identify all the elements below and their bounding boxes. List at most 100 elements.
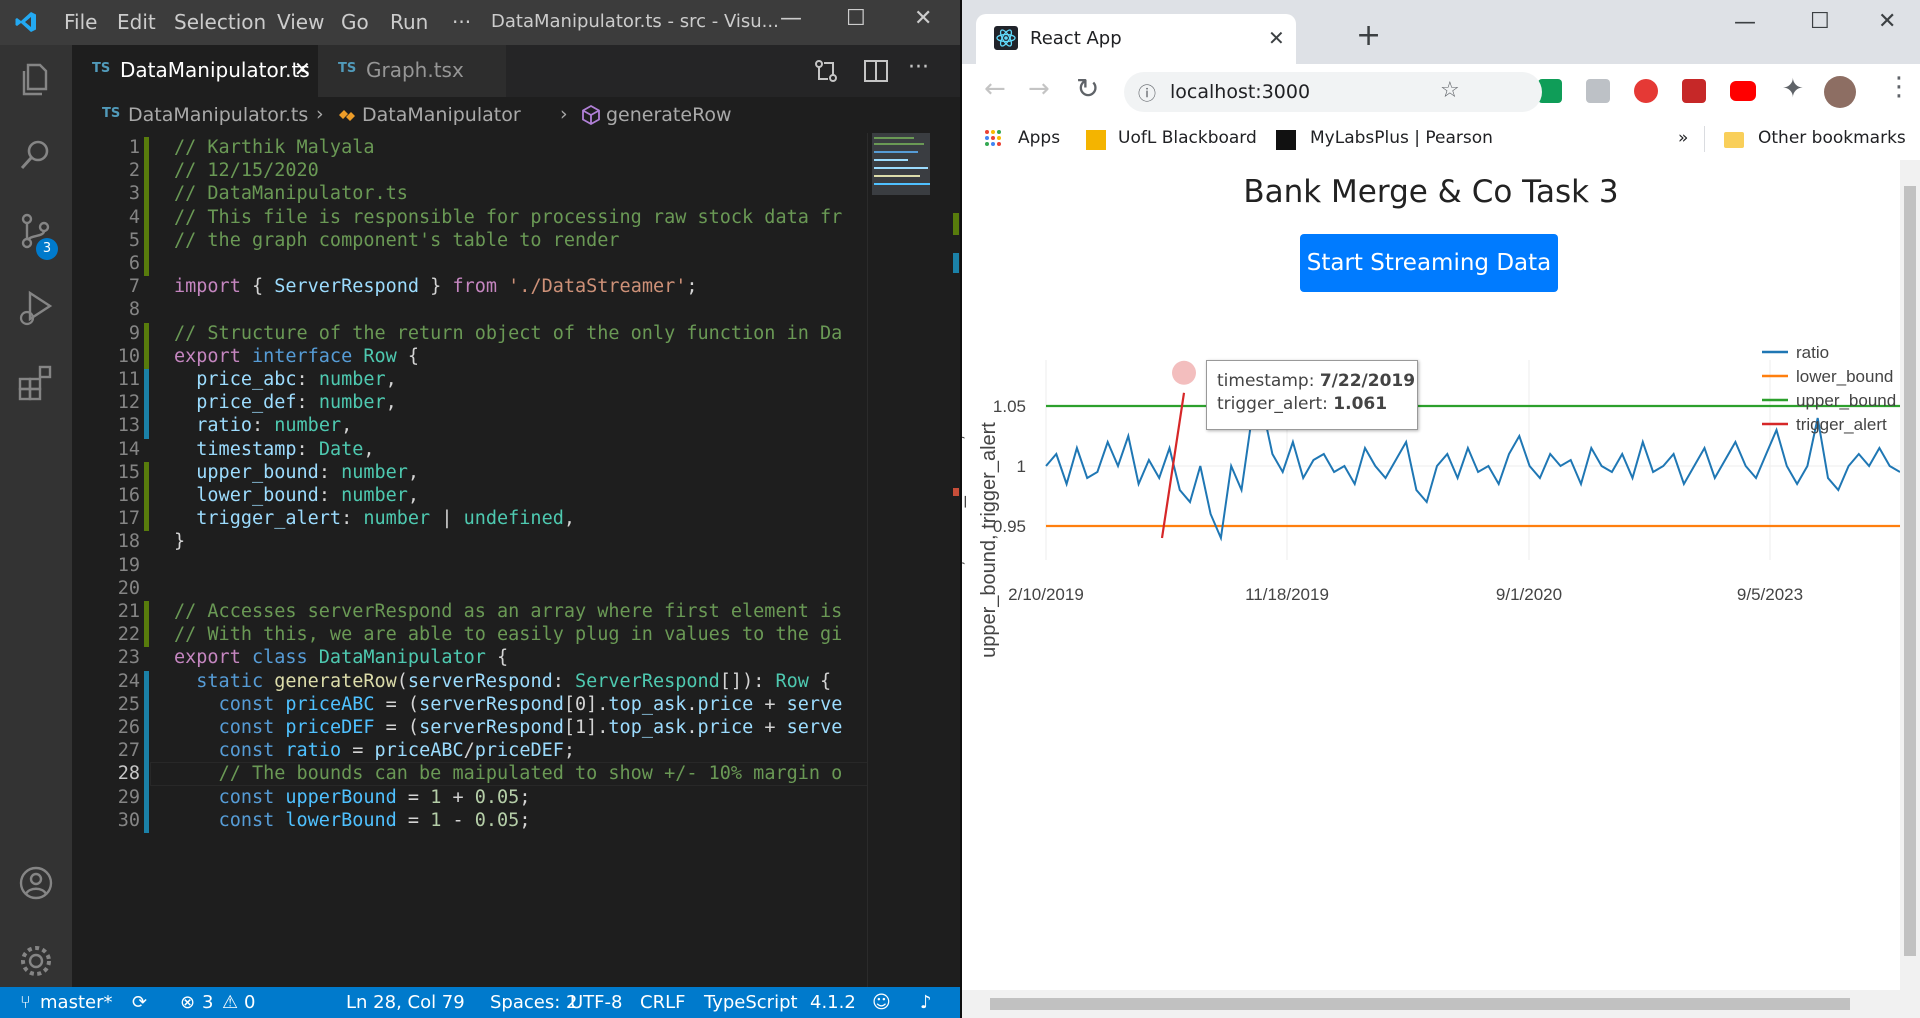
run-debug-icon[interactable] [16, 287, 56, 327]
code-line: // DataManipulator.ts [174, 183, 408, 205]
minimap-change-marker [953, 213, 959, 235]
vertical-scrollbar[interactable] [1900, 160, 1920, 990]
cursor-position[interactable]: Ln 28, Col 79 [346, 992, 465, 1013]
minimize-icon[interactable]: — [1734, 10, 1756, 35]
perspective-chart[interactable]: 0.9511.052/10/2019 11/18/2019 9/1/2020 9/5/… [962, 320, 1900, 740]
browser-tab[interactable]: React App ✕ [976, 14, 1296, 64]
more-actions-icon[interactable]: ··· [908, 55, 929, 80]
line-ending[interactable]: CRLF [640, 992, 685, 1013]
other-bookmarks[interactable]: Other bookmarks [1758, 128, 1906, 148]
close-icon[interactable]: ✕ [1878, 9, 1896, 34]
avatar[interactable] [1824, 76, 1856, 108]
change-gutter-marker [144, 322, 149, 346]
language-mode[interactable]: TypeScript [704, 992, 798, 1013]
menu-view[interactable]: View [277, 10, 324, 34]
line-number: 14 [117, 438, 140, 460]
maximize-icon[interactable]: ☐ [1810, 9, 1830, 34]
youtube-extension-icon[interactable] [1730, 81, 1756, 101]
code-line: // Structure of the return object of the… [174, 322, 843, 344]
horizontal-scrollbar[interactable] [962, 990, 1920, 1018]
feedback-icon[interactable]: ☺ [872, 992, 891, 1013]
change-gutter-marker [144, 369, 149, 393]
split-editor-icon[interactable] [862, 57, 890, 85]
close-icon[interactable]: ✕ [914, 6, 932, 31]
info-icon[interactable]: ⓘ [1138, 80, 1156, 106]
warning-count[interactable]: 0 [244, 992, 255, 1013]
video-extension-icon[interactable] [1682, 79, 1706, 103]
tab-graph[interactable]: TS Graph.tsx [318, 45, 506, 97]
minimize-icon[interactable]: — [780, 6, 802, 31]
extensions-icon[interactable] [16, 363, 56, 403]
git-branch[interactable]: master* [40, 992, 112, 1013]
encoding[interactable]: UTF-8 [570, 992, 622, 1013]
folder-icon [1724, 132, 1744, 148]
code-editor[interactable]: 1 // Karthik Malyala 2 // 12/15/2020 3 // Dat… [72, 133, 960, 987]
account-icon[interactable] [16, 863, 56, 903]
horizontal-scroll-thumb[interactable] [990, 998, 1850, 1010]
new-tab-icon[interactable]: + [1356, 18, 1381, 53]
code-line: upper_bound: number, [196, 461, 420, 483]
tooltip-trigger-label: trigger_alert: [1217, 394, 1328, 414]
sync-icon[interactable]: ⟳ [132, 992, 147, 1013]
indentation[interactable]: Spaces: 2 [490, 992, 577, 1013]
change-gutter-marker [144, 160, 149, 184]
menu-run[interactable]: Run [390, 10, 428, 34]
tab-label: Graph.tsx [366, 58, 464, 82]
search-icon[interactable] [16, 135, 56, 175]
tab-datamanipulator[interactable]: TS DataManipulator.ts ✕ [72, 45, 318, 97]
maximize-icon[interactable]: ☐ [846, 6, 866, 31]
tab-close-icon[interactable]: ✕ [1268, 26, 1285, 50]
extensions-icon[interactable]: ✦ [1782, 74, 1804, 104]
url-text[interactable]: localhost:3000 [1170, 81, 1310, 103]
tooltip-timestamp-row: timestamp: 7/22/2019 [1217, 371, 1415, 391]
y-axis-label: ratio, lower_bound, [962, 435, 967, 605]
code-line: // the graph component's table to render [174, 229, 620, 251]
change-gutter-marker [144, 670, 149, 694]
change-gutter-marker [144, 183, 149, 207]
error-icon[interactable]: ⊗ [180, 992, 195, 1013]
start-streaming-button[interactable]: Start Streaming Data [1300, 234, 1558, 292]
bookmark-apps[interactable]: Apps [1018, 128, 1060, 148]
notifications-icon[interactable]: ♪ [920, 992, 932, 1013]
explorer-icon[interactable] [16, 59, 56, 99]
bookmark-pearson[interactable]: MyLabsPlus | Pearson [1310, 128, 1493, 148]
code-line: // With this, we are able to easily plug… [174, 624, 843, 646]
reload-icon[interactable]: ↻ [1076, 72, 1099, 105]
compare-changes-icon[interactable] [812, 57, 840, 85]
breadcrumb-method[interactable]: generateRow [606, 104, 732, 126]
minimap-change-marker [953, 253, 959, 273]
minimap[interactable] [867, 133, 961, 987]
menu-more[interactable]: ··· [452, 10, 471, 34]
forward-icon[interactable]: → [1028, 74, 1050, 104]
chrome-menu-icon[interactable]: ⋮ [1886, 72, 1912, 102]
menu-file[interactable]: File [64, 10, 97, 34]
line-number: 30 [117, 809, 140, 831]
breadcrumb-file[interactable]: DataManipulator.ts [128, 104, 308, 126]
gear-icon[interactable] [16, 941, 56, 981]
breadcrumb-class[interactable]: DataManipulator [362, 104, 521, 126]
back-icon[interactable]: ← [984, 74, 1006, 104]
warning-icon[interactable]: ⚠ [222, 992, 238, 1013]
bookmark-star-icon[interactable]: ☆ [1440, 78, 1460, 103]
vscode-title-bar: File Edit Selection View Go Run ··· Data… [0, 0, 960, 45]
copy-extension-icon[interactable] [1586, 79, 1610, 103]
menu-edit[interactable]: Edit [117, 10, 156, 34]
address-bar[interactable]: ⓘ localhost:3000 ☆ [1124, 72, 1542, 112]
line-number: 7 [128, 276, 140, 298]
ts-file-icon: TS [102, 106, 121, 121]
line-number: 4 [128, 206, 140, 228]
bookmark-blackboard[interactable]: UofL Blackboard [1118, 128, 1257, 148]
tab-close-icon[interactable]: ✕ [294, 57, 311, 81]
menu-selection[interactable]: Selection [174, 10, 266, 34]
menu-go[interactable]: Go [341, 10, 369, 34]
code-line: const lowerBound = 1 - 0.05; [218, 809, 531, 831]
vertical-scroll-thumb[interactable] [1904, 186, 1916, 956]
line-number: 9 [128, 322, 140, 344]
error-count[interactable]: 3 [202, 992, 213, 1013]
adblock-extension-icon[interactable] [1634, 79, 1658, 103]
bookmarks-overflow[interactable]: » [1678, 128, 1688, 148]
ts-version[interactable]: 4.1.2 [810, 992, 856, 1013]
apps-icon[interactable] [984, 128, 1002, 148]
change-gutter-marker [144, 786, 149, 810]
minimap-line [874, 137, 914, 139]
